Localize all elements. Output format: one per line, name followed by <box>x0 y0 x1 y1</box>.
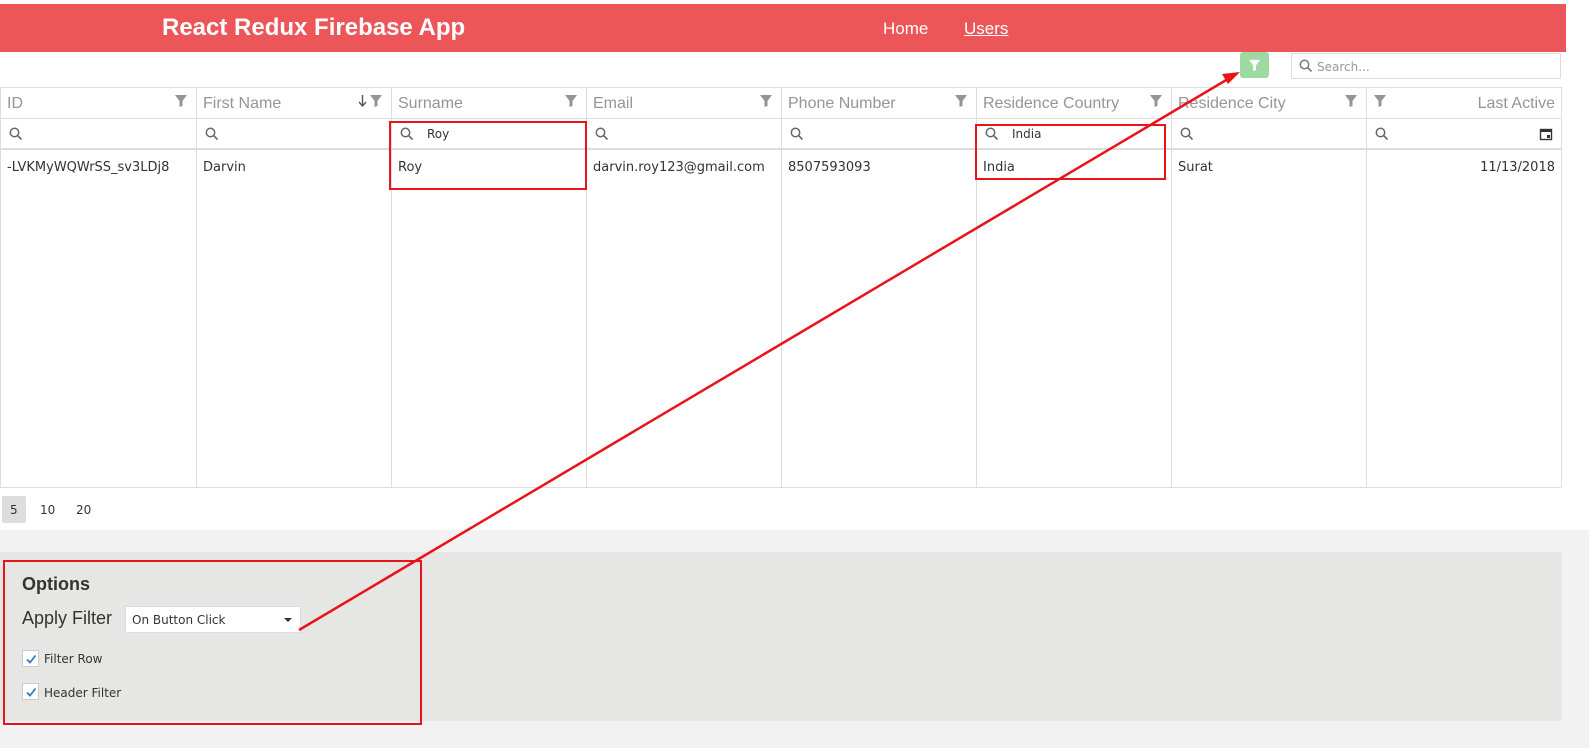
annotation-arrow <box>298 72 1240 632</box>
page: React Redux Firebase App Home Users ID -… <box>0 0 1589 748</box>
